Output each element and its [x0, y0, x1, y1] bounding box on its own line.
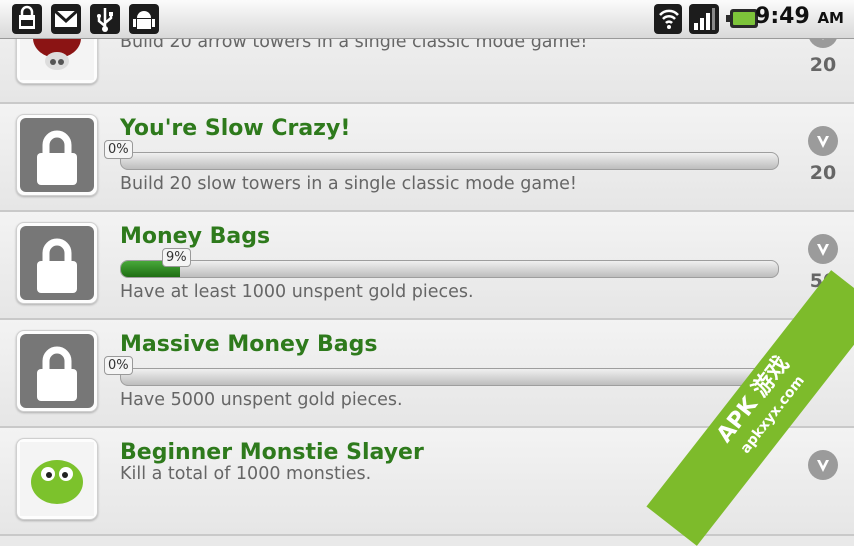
list-item[interactable]: You're Slow Crazy! 0% Build 20 slow towe…	[0, 104, 854, 212]
progress-label: 9%	[162, 248, 191, 267]
achievement-thumbnail	[16, 222, 98, 304]
wifi-icon	[654, 4, 682, 34]
clock: 9:49 AM	[755, 4, 844, 29]
lock-icon	[37, 130, 77, 185]
progress-bar	[120, 152, 779, 170]
achievement-thumbnail	[16, 330, 98, 412]
achievement-title: Beginner Monstie Slayer	[120, 440, 424, 465]
clock-time: 9:49	[755, 4, 810, 29]
gmail-icon	[51, 4, 81, 34]
status-bar: 9:49 AM	[0, 0, 854, 39]
clock-ampm: AM	[817, 9, 844, 27]
lock-icon	[37, 238, 77, 293]
usb-icon	[90, 4, 120, 34]
achievement-description: Have at least 1000 unspent gold pieces.	[120, 282, 474, 302]
list-item[interactable]: Money Bags 9% Have at least 1000 unspent…	[0, 212, 854, 320]
progress-bar	[120, 260, 779, 278]
achievement-description: Have 5000 unspent gold pieces.	[120, 390, 403, 410]
achievement-title: Money Bags	[120, 224, 271, 249]
points-icon	[808, 450, 838, 480]
achievement-points: 20	[809, 54, 837, 76]
achievement-description: Kill a total of 1000 monsties.	[120, 464, 372, 484]
achievement-title: Massive Money Bags	[120, 332, 378, 357]
progress-bar	[120, 368, 779, 386]
achievement-points: 20	[809, 162, 837, 184]
achievement-thumbnail	[16, 114, 98, 196]
progress-label: 0%	[104, 140, 133, 159]
achievement-thumbnail	[16, 438, 98, 520]
points-icon	[808, 234, 838, 264]
achievement-title: You're Slow Crazy!	[120, 116, 351, 141]
progress-label: 0%	[104, 356, 133, 375]
battery-icon	[726, 9, 758, 28]
points-icon	[808, 126, 838, 156]
shopping-bag-icon	[12, 4, 42, 34]
lock-icon	[37, 346, 77, 401]
monster-icon	[20, 442, 94, 516]
signal-icon	[689, 4, 719, 34]
android-debug-icon	[129, 4, 159, 34]
achievement-description: Build 20 slow towers in a single classic…	[120, 174, 577, 194]
